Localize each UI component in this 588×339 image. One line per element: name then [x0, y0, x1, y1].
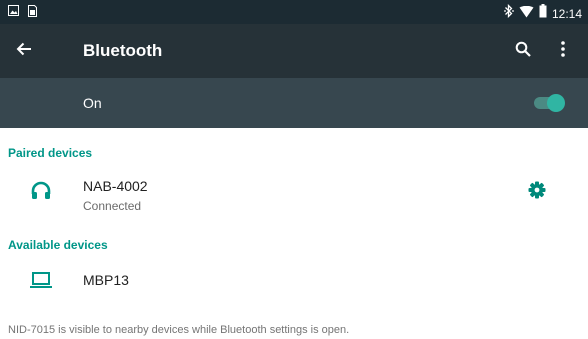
bluetooth-switch-bar[interactable]: On	[0, 78, 588, 128]
bluetooth-toggle[interactable]	[532, 94, 565, 112]
headphones-icon	[29, 179, 53, 203]
more-vert-icon	[561, 40, 565, 62]
page-title: Bluetooth	[83, 41, 163, 60]
switch-label: On	[83, 95, 102, 111]
available-device-row[interactable]: MBP13	[0, 258, 588, 302]
app-toolbar: Bluetooth	[0, 24, 588, 78]
status-bar-left	[8, 5, 37, 17]
status-bar: 12:14	[0, 0, 588, 24]
back-button[interactable]	[4, 31, 44, 71]
search-icon	[515, 41, 531, 62]
gear-icon	[528, 181, 546, 204]
arrow-left-icon	[16, 41, 32, 62]
sim-storage-icon	[28, 5, 37, 17]
battery-icon	[539, 4, 547, 23]
available-devices-header: Available devices	[8, 238, 108, 252]
wifi-icon	[519, 5, 534, 23]
bluetooth-icon	[504, 3, 514, 23]
status-time: 12:14	[551, 6, 582, 21]
visibility-note: NID-7015 is visible to nearby devices wh…	[8, 324, 350, 336]
device-name: MBP13	[83, 272, 129, 288]
toggle-thumb	[547, 94, 565, 112]
image-notification-icon	[8, 5, 19, 17]
device-settings-button[interactable]	[522, 177, 552, 207]
paired-devices-header: Paired devices	[8, 146, 93, 160]
status-bar-right: 12:14	[504, 3, 582, 23]
laptop-icon	[29, 268, 53, 292]
device-status: Connected	[83, 199, 142, 213]
more-options-button[interactable]	[545, 31, 581, 71]
paired-device-row[interactable]: NAB-4002 Connected	[0, 166, 588, 218]
device-name: NAB-4002	[83, 178, 148, 194]
search-button[interactable]	[503, 31, 543, 71]
